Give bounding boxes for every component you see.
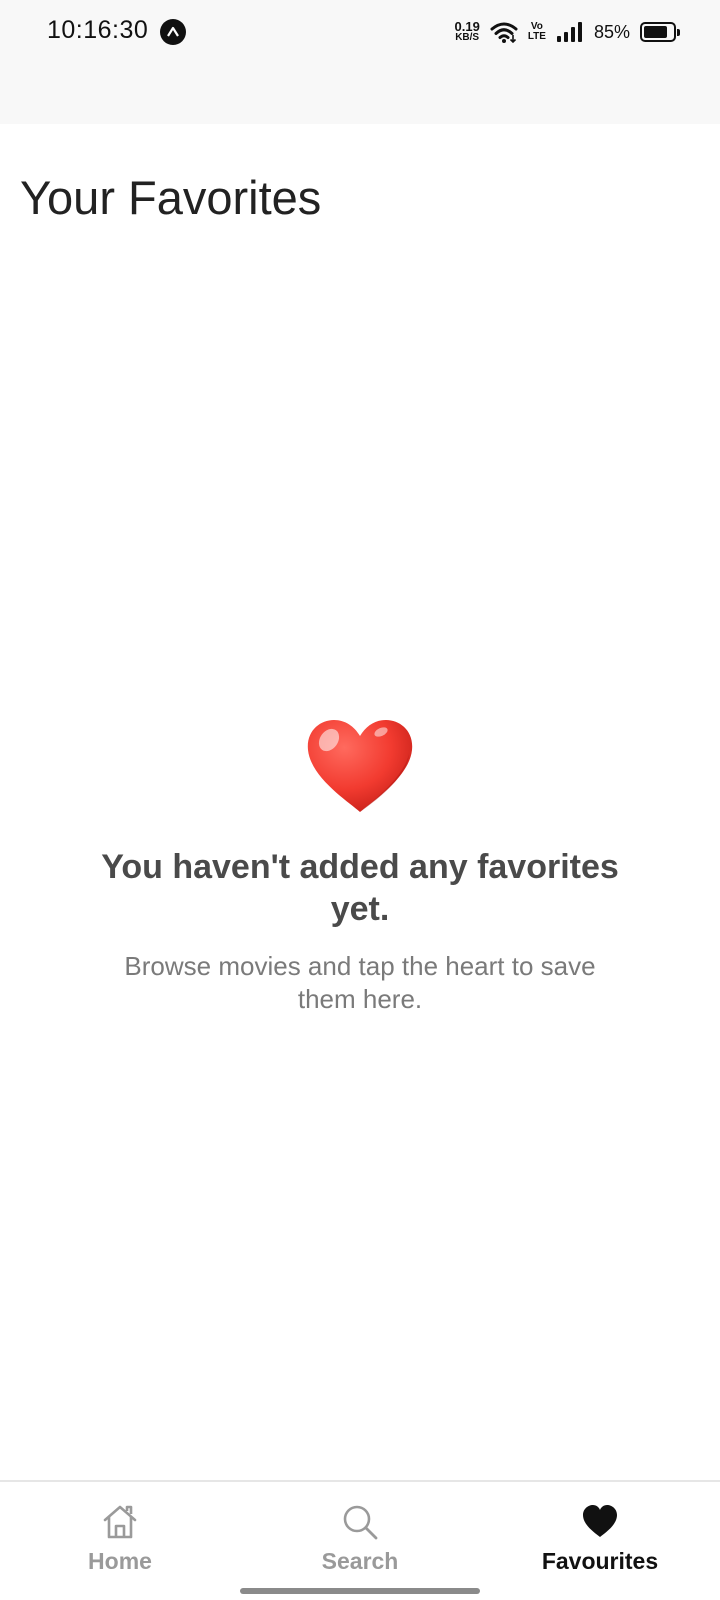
battery-fill (644, 26, 668, 38)
status-indicators: 0.19 KB/S Vo LTE 85% (454, 14, 680, 50)
network-speed: 0.19 KB/S (454, 19, 480, 43)
heart-icon (583, 1505, 617, 1537)
app-notification-icon (160, 19, 186, 45)
page-title: Your Favorites (20, 171, 322, 224)
network-speed-value: 0.19 (454, 19, 480, 34)
empty-state: You haven't added any favorites yet. Bro… (60, 718, 660, 1016)
favorites-screen: 10:16:30 0.19 KB/S Vo LTE 85% Your Favor… (0, 0, 720, 1600)
nav-label-search: Search (321, 1548, 399, 1574)
nav-item-favourites[interactable]: Favourites (480, 1482, 720, 1600)
heart-icon (307, 720, 413, 812)
battery-percent: 85% (593, 21, 630, 42)
home-gesture-bar[interactable] (240, 1588, 480, 1594)
volte-bottom-label: LTE (527, 31, 546, 42)
volte-indicator: Vo LTE (528, 22, 546, 42)
nav-label-favourites: Favourites (541, 1548, 659, 1574)
nav-item-search[interactable]: Search (240, 1482, 480, 1600)
nav-label-home: Home (88, 1548, 152, 1574)
wifi-icon (490, 22, 518, 43)
nav-item-home[interactable]: Home (0, 1482, 240, 1600)
battery-icon (640, 22, 680, 42)
bottom-navigation: Home Search Favourites (0, 1480, 720, 1600)
home-icon (103, 1505, 137, 1539)
status-time: 10:16:30 (47, 16, 149, 44)
network-speed-unit: KB/S (455, 32, 480, 43)
empty-state-subtitle: Browse movies and tap the heart to save … (124, 951, 596, 1014)
empty-state-title: You haven't added any favorites yet. (101, 848, 619, 928)
search-icon (343, 1505, 378, 1540)
status-bar: 10:16:30 0.19 KB/S Vo LTE 85% (0, 0, 720, 124)
signal-icon (556, 22, 582, 42)
